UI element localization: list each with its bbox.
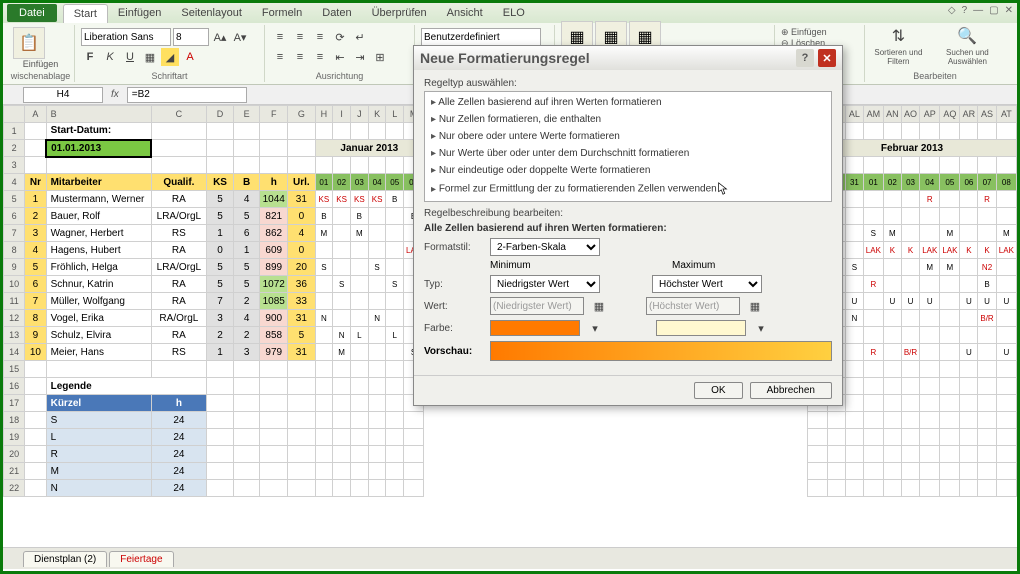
orientation-icon[interactable]: ⟳ [331, 28, 349, 46]
rule-item[interactable]: Alle Zellen basierend auf ihren Werten f… [427, 94, 829, 111]
ok-button[interactable]: OK [694, 382, 742, 399]
align-right-icon[interactable]: ≡ [311, 48, 329, 66]
fx-icon[interactable]: fx [111, 89, 119, 100]
minimize-icon[interactable]: — [973, 5, 983, 16]
wert-min-input[interactable] [490, 297, 584, 315]
ruletype-label: Regeltyp auswählen: [424, 78, 832, 89]
typ-label: Typ: [424, 279, 484, 290]
rule-item[interactable]: Nur obere oder untere Werte formatieren [427, 128, 829, 145]
tab-pagelayout[interactable]: Seitenlayout [171, 4, 252, 22]
fontsize-select[interactable] [173, 28, 209, 46]
ruledesc-label: Regelbeschreibung bearbeiten: [424, 208, 832, 219]
fillcolor-icon[interactable]: ◢ [161, 48, 179, 66]
min-label: Minimum [490, 260, 620, 271]
help-icon[interactable]: ? [962, 5, 968, 16]
tab-elo[interactable]: ELO [493, 4, 535, 22]
align-group-label: Ausrichtung [265, 71, 414, 81]
sheet-tabs: Dienstplan (2) Feiertage [3, 547, 1017, 569]
align-center-icon[interactable]: ≡ [291, 48, 309, 66]
formatstil-label: Formatstil: [424, 242, 484, 253]
sort-filter-label: Sortieren und Filtern [871, 48, 926, 66]
font-group-label: Schriftart [75, 71, 264, 81]
refedit-icon[interactable]: ▦ [590, 297, 608, 315]
ruletype-list[interactable]: Alle Zellen basierend auf ihren Werten f… [424, 91, 832, 202]
color-min-swatch[interactable] [490, 320, 580, 336]
cancel-button[interactable]: Abbrechen [750, 382, 832, 399]
find-select-icon[interactable]: 🔍 [953, 24, 981, 48]
max-label: Maximum [672, 260, 715, 271]
tab-data[interactable]: Daten [312, 4, 361, 22]
dialog-close-icon[interactable]: ✕ [818, 49, 836, 67]
ribbon-tabs-bar: Datei Start Einfügen Seitenlayout Formel… [3, 3, 1017, 23]
wert-label: Wert: [424, 301, 484, 312]
underline-icon[interactable]: U [121, 48, 139, 66]
typ-max-select[interactable]: Höchster Wert [652, 275, 762, 293]
rule-item[interactable]: Nur Zellen formatieren, die enthalten [427, 111, 829, 128]
color-max-swatch[interactable] [656, 320, 746, 336]
desc-title: Alle Zellen basierend auf ihren Werten f… [424, 223, 667, 234]
find-select-label: Suchen und Auswählen [936, 48, 999, 66]
restore-icon[interactable]: ▢ [989, 5, 998, 16]
align-bot-icon[interactable]: ≡ [311, 28, 329, 46]
rule-item[interactable]: Nur Werte über oder unter dem Durchschni… [427, 145, 829, 162]
chevron-down-icon[interactable]: ▾ [586, 319, 604, 337]
close-icon[interactable]: ✕ [1005, 5, 1013, 16]
preview-bar [490, 341, 832, 361]
edit-group-label: Bearbeiten [865, 71, 1005, 81]
formatstil-select[interactable]: 2-Farben-Skala [490, 238, 600, 256]
rule-item[interactable]: Formel zur Ermittlung der zu formatieren… [427, 179, 829, 199]
sheet-tab-feiertage[interactable]: Feiertage [109, 551, 173, 567]
tab-view[interactable]: Ansicht [437, 4, 493, 22]
bold-icon[interactable]: F [81, 48, 99, 66]
border-icon[interactable]: ▦ [141, 48, 159, 66]
farbe-label: Farbe: [424, 323, 484, 334]
refedit-icon[interactable]: ▦ [746, 297, 764, 315]
align-mid-icon[interactable]: ≡ [291, 28, 309, 46]
insert-cells-label[interactable]: ⊕ Einfügen [781, 27, 827, 37]
sort-filter-icon[interactable]: ⇅ [884, 24, 912, 48]
grow-font-icon[interactable]: A▴ [211, 28, 229, 46]
merge-icon[interactable]: ⊞ [371, 48, 389, 66]
font-select[interactable] [81, 28, 171, 46]
dialog-help-icon[interactable]: ? [796, 49, 814, 67]
dialog-titlebar[interactable]: Neue Formatierungsregel ? ✕ [414, 46, 842, 70]
fontcolor-icon[interactable]: A [181, 48, 199, 66]
tab-formulas[interactable]: Formeln [252, 4, 312, 22]
excel-window: Datei Start Einfügen Seitenlayout Formel… [3, 3, 1017, 571]
minimize-ribbon-icon[interactable]: ◇ [948, 5, 956, 16]
sheet-tab-dienstplan[interactable]: Dienstplan (2) [23, 551, 107, 567]
italic-icon[interactable]: K [101, 48, 119, 66]
dialog-title: Neue Formatierungsregel [420, 50, 590, 66]
name-box[interactable] [23, 87, 103, 103]
cursor-icon [717, 182, 729, 196]
shrink-font-icon[interactable]: A▾ [231, 28, 249, 46]
tab-insert[interactable]: Einfügen [108, 4, 171, 22]
rule-item[interactable]: Nur eindeutige oder doppelte Werte forma… [427, 162, 829, 179]
formatting-rule-dialog: Neue Formatierungsregel ? ✕ Regeltyp aus… [413, 45, 843, 406]
file-menu-button[interactable]: Datei [7, 4, 57, 22]
paste-label: Einfügen [13, 59, 68, 69]
window-controls: ◇ ? — ▢ ✕ [948, 5, 1013, 16]
formula-input[interactable] [127, 87, 247, 103]
typ-min-select[interactable]: Niedrigster Wert [490, 275, 600, 293]
align-left-icon[interactable]: ≡ [271, 48, 289, 66]
vorschau-label: Vorschau: [424, 346, 484, 357]
tab-review[interactable]: Überprüfen [362, 4, 437, 22]
chevron-down-icon[interactable]: ▾ [752, 319, 770, 337]
numberformat-select[interactable] [421, 28, 541, 46]
tab-start[interactable]: Start [63, 4, 108, 23]
align-top-icon[interactable]: ≡ [271, 28, 289, 46]
indent-inc-icon[interactable]: ⇥ [351, 48, 369, 66]
paste-icon[interactable]: 📋 [13, 27, 45, 59]
wert-max-input[interactable] [646, 297, 740, 315]
indent-dec-icon[interactable]: ⇤ [331, 48, 349, 66]
wrap-icon[interactable]: ↵ [351, 28, 369, 46]
clipboard-group-label: wischenablage [7, 71, 74, 81]
